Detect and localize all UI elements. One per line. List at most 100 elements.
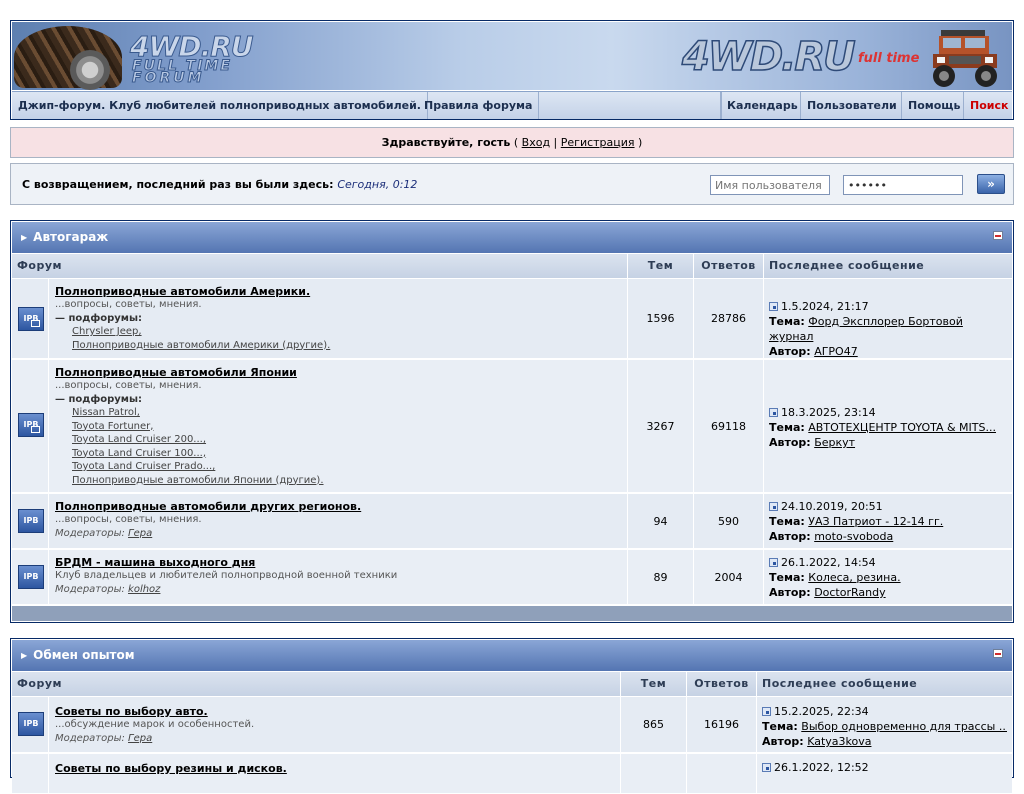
category-title: Автогараж: [33, 230, 109, 244]
last-post-icon[interactable]: [769, 302, 778, 311]
nav-search[interactable]: Поиск: [963, 92, 1014, 119]
forum-description: ...вопросы, советы, мнения.: [55, 299, 202, 310]
last-post-author-link[interactable]: Katya3kova: [807, 735, 871, 748]
column-replies: Ответов: [694, 254, 764, 278]
forum-title-link[interactable]: Полноприводные автомобили Америки.: [55, 285, 310, 298]
category-title: Обмен опытом: [33, 648, 135, 662]
last-post-author-link[interactable]: moto-svoboda: [814, 530, 893, 543]
login-go-button[interactable]: »: [977, 174, 1005, 194]
last-post-icon[interactable]: [769, 502, 778, 511]
guest-greeting: Здравствуйте, гость: [381, 136, 511, 149]
last-post-icon[interactable]: [762, 707, 771, 716]
replies-count: 590: [694, 494, 764, 549]
jeep-logo-image: [933, 30, 997, 87]
subforums-label: — подфорумы:: [55, 312, 143, 324]
subforum-link[interactable]: Nissan Patrol,: [72, 407, 140, 418]
topic-label: Тема:: [769, 515, 805, 528]
nav-spacer: [536, 92, 722, 119]
topic-label: Тема:: [769, 571, 805, 584]
topic-label: Тема:: [769, 315, 805, 328]
last-post-cell: 26.1.2022, 12:52: [757, 754, 1012, 794]
topics-count: 865: [621, 697, 687, 753]
moderator-link[interactable]: kolhoz: [128, 584, 160, 595]
last-post-date: 15.2.2025, 22:34: [774, 705, 869, 718]
moderator-link[interactable]: Гера: [128, 733, 152, 744]
last-post-date: 18.3.2025, 23:14: [781, 406, 876, 419]
last-post-topic-link[interactable]: АВТОТЕХЦЕНТР TOYOTA & MITS...: [808, 421, 996, 434]
forum-row: Полноприводные автомобили Японии ...вопр…: [49, 360, 628, 493]
subforum-link[interactable]: Toyota Land Cruiser 100...,: [72, 448, 206, 459]
forum-row: Полноприводные автомобили Америки. ...во…: [49, 279, 628, 359]
forum-icon-cell: IPB: [12, 550, 49, 605]
author-label: Автор:: [769, 436, 811, 449]
last-post-date: 26.1.2022, 14:54: [781, 556, 876, 569]
register-link[interactable]: Регистрация: [561, 136, 635, 149]
welcome-bar: С возвращением, последний раз вы были зд…: [10, 163, 1014, 205]
site-logo-tagline: full time: [858, 51, 920, 66]
moderators-label: Модераторы:: [55, 527, 125, 539]
topics-count: [621, 754, 687, 794]
last-post-author-link[interactable]: DoctorRandy: [814, 586, 885, 599]
subforums-label: — подфорумы:: [55, 393, 143, 405]
last-post-cell: 1.5.2024, 21:17 Тема: Форд Эксплорер Бор…: [764, 279, 1012, 359]
login-link[interactable]: Вход: [522, 136, 550, 149]
forum-title-link[interactable]: Советы по выбору авто.: [55, 705, 208, 718]
nav-calendar[interactable]: Календарь: [720, 92, 804, 119]
subforum-link[interactable]: Полноприводные автомобили Америки (други…: [72, 340, 330, 351]
header-banner: 4WD.RU FULL TIME FORUM 4WD.RU full time: [12, 22, 1012, 90]
last-post-date: 1.5.2024, 21:17: [781, 300, 869, 313]
column-topics: Тем: [621, 672, 687, 696]
last-post-cell: 26.1.2022, 14:54 Тема: Колеса, резина. А…: [764, 550, 1012, 605]
subforum-link[interactable]: Toyota Land Cruiser 200...,: [72, 434, 206, 445]
nav-forum-rules[interactable]: Правила форума: [418, 92, 540, 119]
last-post-icon[interactable]: [769, 558, 778, 567]
collapse-icon[interactable]: [993, 649, 1003, 658]
forum-title-link[interactable]: Полноприводные автомобили Японии: [55, 366, 297, 379]
nav-members[interactable]: Пользователи: [800, 92, 903, 119]
password-input[interactable]: [843, 175, 963, 195]
moderators-label: Модераторы:: [55, 732, 125, 744]
author-label: Автор:: [769, 586, 811, 599]
replies-count: 16196: [687, 697, 757, 753]
subforum-link[interactable]: Полноприводные автомобили Японии (другие…: [72, 475, 324, 486]
last-post-topic-link[interactable]: УАЗ Патриот - 12-14 гг.: [808, 515, 943, 528]
nav-forum-home[interactable]: Джип-форум. Клуб любителей полноприводны…: [12, 92, 428, 119]
last-visit-time: Сегодня, 0:12: [337, 178, 418, 191]
guest-bar: Здравствуйте, гость ( Вход | Регистрация…: [10, 127, 1014, 158]
last-post-topic-link[interactable]: Колеса, резина.: [808, 571, 900, 584]
forum-icon-cell: [12, 754, 49, 794]
last-post-author-link[interactable]: Беркут: [814, 436, 855, 449]
moderator-link[interactable]: Гера: [128, 528, 152, 539]
subforum-link[interactable]: Chrysler Jeep,: [72, 326, 142, 337]
last-post-author-link[interactable]: АГРО47: [814, 345, 858, 358]
forum-row: Советы по выбору резины и дисков.: [49, 754, 621, 794]
welcome-text: С возвращением, последний раз вы были зд…: [22, 178, 417, 191]
subforum-link[interactable]: Toyota Fortuner,: [72, 421, 153, 432]
category-header[interactable]: ▶ Обмен опытом: [12, 640, 1012, 671]
replies-count: 69118: [694, 360, 764, 493]
forum-icon-cell: IPB: [12, 494, 49, 549]
last-post-topic-link[interactable]: Выбор одновременно для трассы ...: [801, 720, 1007, 733]
forum-new-posts-icon: IPB: [18, 307, 44, 331]
column-forum: Форум: [12, 254, 628, 278]
last-post-cell: 24.10.2019, 20:51 Тема: УАЗ Патриот - 12…: [764, 494, 1012, 549]
forum-title-link[interactable]: Советы по выбору резины и дисков.: [55, 762, 287, 775]
forum-description: ...вопросы, советы, мнения.: [55, 514, 202, 525]
replies-count: 28786: [694, 279, 764, 359]
site-logo-subtitle-2: FORUM: [132, 70, 205, 87]
main-navbar: Джип-форум. Клуб любителей полноприводны…: [12, 91, 1012, 119]
forum-title-link[interactable]: БРДМ - машина выходного дня: [55, 556, 255, 569]
forum-icon: IPB: [18, 712, 44, 736]
forum-row: Полноприводные автомобили других регионо…: [49, 494, 628, 549]
category-arrow-icon: ▶: [21, 233, 28, 242]
forum-icon-cell: IPB: [12, 697, 49, 753]
author-label: Автор:: [762, 735, 804, 748]
forum-title-link[interactable]: Полноприводные автомобили других регионо…: [55, 500, 361, 513]
last-post-icon[interactable]: [769, 408, 778, 417]
nav-help[interactable]: Помощь: [901, 92, 966, 119]
category-header[interactable]: ▶ Автогараж: [12, 222, 1012, 253]
subforum-link[interactable]: Toyota Land Cruiser Prado...,: [72, 461, 215, 472]
forum-description: Клуб владельцев и любителей полнопрводно…: [55, 570, 398, 581]
username-input[interactable]: [710, 175, 830, 195]
collapse-icon[interactable]: [993, 231, 1003, 240]
